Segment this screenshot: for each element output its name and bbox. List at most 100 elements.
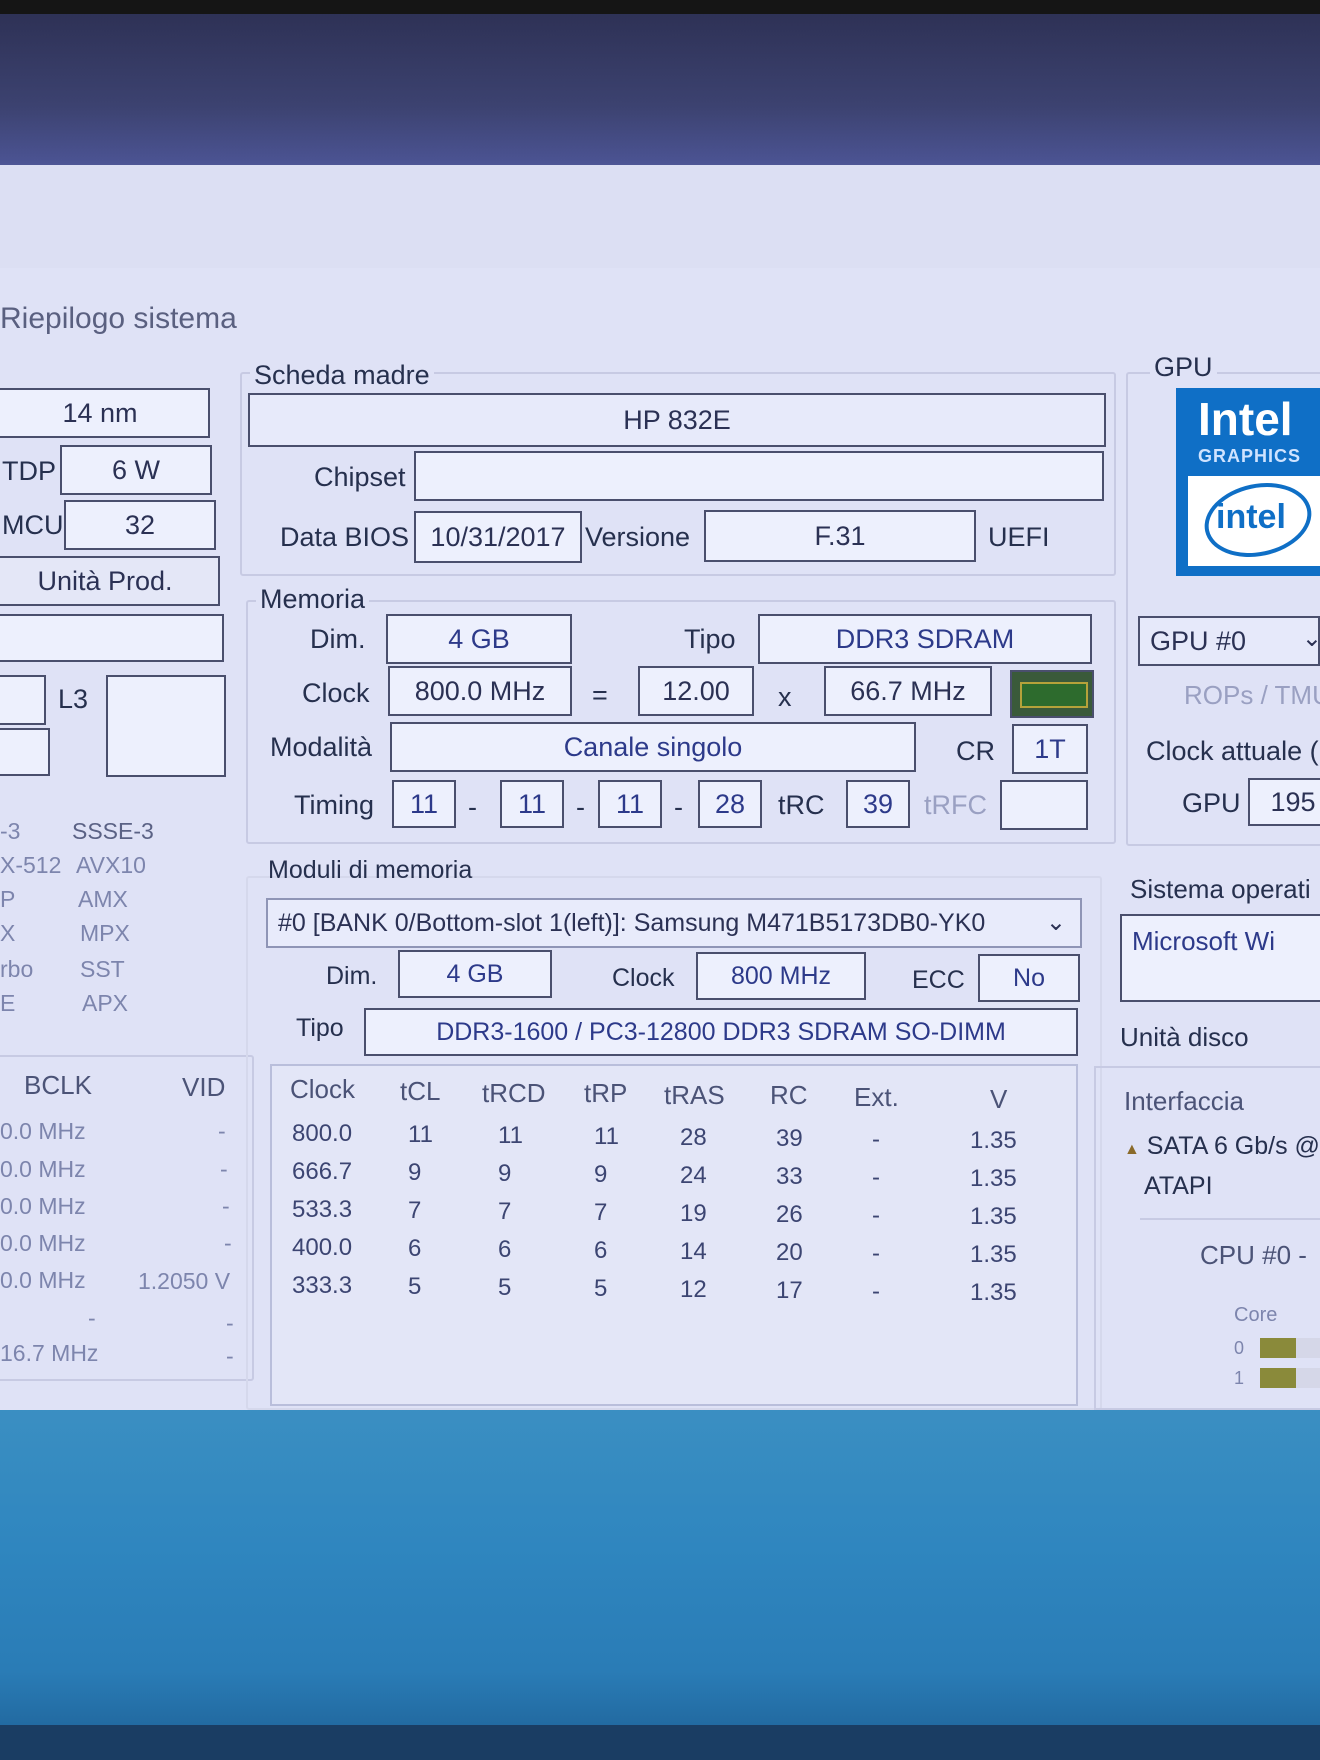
- motherboard-name-field: HP 832E: [248, 393, 1106, 447]
- window-title: Riepilogo sistema: [0, 302, 237, 335]
- table-cell: 5: [408, 1273, 422, 1300]
- drive-interface: SATA 6 Gb/s @: [1146, 1132, 1320, 1160]
- memory-size-field: 4 GB: [386, 614, 572, 664]
- drives-label: Unità disco: [1120, 1022, 1249, 1052]
- drive-interface[interactable]: ATAPI: [1144, 1172, 1213, 1201]
- table-cell: 5: [594, 1275, 608, 1302]
- cr-label: CR: [956, 736, 995, 766]
- vid-value: -: [226, 1310, 234, 1336]
- monitor-top-edge: [0, 0, 1320, 14]
- taskbar: [0, 1725, 1320, 1760]
- production-unit-button[interactable]: Unità Prod.: [0, 556, 220, 606]
- table-cell: -: [872, 1126, 880, 1153]
- vid-header: VID: [182, 1072, 226, 1102]
- feature-flag: X: [0, 920, 16, 946]
- table-cell: 24: [680, 1162, 707, 1189]
- table-cell: 17: [776, 1277, 803, 1304]
- feature-flag: SST: [80, 956, 125, 982]
- table-cell: 11: [498, 1122, 523, 1149]
- multiplier-field: 12.00: [638, 666, 754, 716]
- table-cell: 11: [594, 1123, 619, 1150]
- vid-value: 1.2050 V: [138, 1268, 231, 1294]
- logo-badge: intel: [1216, 498, 1286, 536]
- timing-rp-field: 11: [598, 780, 662, 828]
- times-sign: x: [778, 682, 792, 712]
- feature-flag: rbo: [0, 956, 34, 982]
- table-cell: 400.0: [292, 1234, 353, 1261]
- intel-graphics-logo: Intel GRAPHICS intel: [1176, 388, 1320, 576]
- logo-subtitle: GRAPHICS: [1198, 446, 1302, 466]
- l3-label: L3: [58, 684, 89, 714]
- mcu-label: MCU: [2, 510, 64, 540]
- cr-field: 1T: [1012, 724, 1088, 774]
- feature-flag: E: [0, 990, 16, 1016]
- core-load-bar: [1260, 1368, 1296, 1388]
- gpu-selector-value: GPU #0: [1150, 625, 1247, 656]
- feature-flag: P: [0, 886, 16, 912]
- module-selector-dropdown[interactable]: #0 [BANK 0/Bottom-slot 1(left)]: Samsung…: [266, 898, 1082, 948]
- table-cell: 9: [408, 1159, 422, 1186]
- gpu-label: GPU: [1182, 788, 1241, 818]
- bclk-header: BCLK: [24, 1070, 92, 1100]
- core-label: Core: [1234, 1304, 1278, 1326]
- table-header: RC: [770, 1080, 808, 1110]
- core-index: 0: [1234, 1338, 1245, 1358]
- table-cell: 19: [680, 1200, 707, 1227]
- logo-brand: Intel: [1198, 393, 1293, 445]
- memory-clock-field: 800.0 MHz: [388, 666, 572, 716]
- timing-separator: -: [576, 792, 585, 822]
- table-cell: 39: [776, 1125, 803, 1152]
- module-size-label: Dim.: [326, 962, 378, 990]
- table-cell: 9: [498, 1160, 512, 1187]
- module-type-field: DDR3-1600 / PC3-12800 DDR3 SDRAM SO-DIMM: [364, 1008, 1078, 1056]
- feature-flag: AMX: [78, 886, 128, 912]
- table-cell: 5: [498, 1274, 512, 1301]
- bios-date-label: Data BIOS: [280, 522, 410, 552]
- memory-modules-label: Moduli di memoria: [268, 856, 473, 884]
- module-size-field: 4 GB: [398, 950, 552, 998]
- vid-value: -: [224, 1230, 232, 1256]
- table-cell: -: [872, 1278, 880, 1305]
- table-cell: 26: [776, 1201, 803, 1228]
- table-cell: 7: [594, 1199, 608, 1226]
- table-cell: 28: [680, 1124, 707, 1151]
- memory-type-field: DDR3 SDRAM: [758, 614, 1092, 664]
- feature-flag: AVX10: [76, 852, 146, 878]
- bclk-value: 0.0 MHz: [0, 1193, 86, 1219]
- timing-label: Timing: [294, 790, 375, 820]
- timing-cl-field: 11: [392, 780, 456, 828]
- uefi-label: UEFI: [988, 522, 1050, 552]
- trfc-label: tRFC: [924, 790, 987, 820]
- spd-timing-table: [270, 1064, 1078, 1406]
- table-cell: 333.3: [292, 1272, 353, 1299]
- interface-header: Interfaccia: [1124, 1086, 1244, 1116]
- gpu-selector[interactable]: GPU #0 ⌄: [1138, 616, 1320, 666]
- table-cell: 6: [498, 1236, 512, 1263]
- core-load-track: [1260, 1368, 1320, 1388]
- table-cell: -: [872, 1202, 880, 1229]
- chipset-field: [414, 451, 1104, 501]
- rops-label: ROPs / TMU: [1184, 680, 1320, 710]
- equals-sign: =: [592, 680, 608, 710]
- drive-row[interactable]: ▲ SATA 6 Gb/s @: [1124, 1132, 1320, 1161]
- cpu-load-selector[interactable]: CPU #0 -: [1200, 1240, 1307, 1271]
- memory-type-label: Tipo: [684, 624, 736, 654]
- feature-flag: MPX: [80, 920, 130, 946]
- vid-value: -: [220, 1156, 228, 1182]
- table-cell: 6: [594, 1237, 608, 1264]
- table-cell: 1.35: [970, 1279, 1017, 1306]
- chevron-down-icon: ⌄: [1045, 909, 1066, 936]
- trc-field: 39: [846, 780, 910, 828]
- version-field: F.31: [704, 510, 976, 562]
- table-cell: 533.3: [292, 1196, 353, 1223]
- memory-size-label: Dim.: [310, 624, 366, 654]
- core-index: 1: [1234, 1368, 1245, 1388]
- mcu-field: 32: [64, 500, 216, 550]
- table-header: V: [990, 1084, 1008, 1114]
- table-cell: 20: [776, 1239, 803, 1266]
- timing-separator: -: [468, 792, 477, 822]
- table-header: tRCD: [482, 1078, 546, 1108]
- core-load-bar: [1260, 1338, 1296, 1358]
- table-header: Ext.: [854, 1082, 899, 1112]
- version-label: Versione: [585, 522, 691, 552]
